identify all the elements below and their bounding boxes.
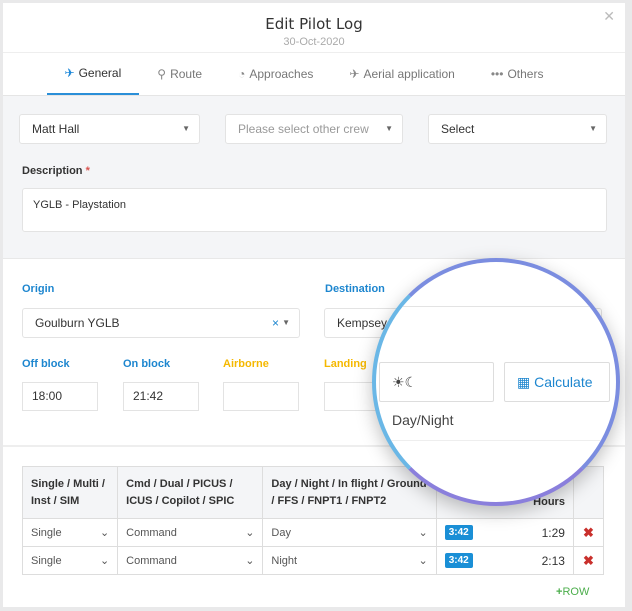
clear-icon[interactable]: × [272, 309, 279, 337]
day-night-icon: ☀☾ [392, 374, 418, 390]
chevron-down-icon: ⌄ [245, 527, 255, 539]
description-label: Description * [22, 165, 90, 177]
table-row: Single ⌄ Command ⌄ Day ⌄ 3:42 1:29 ✖ [21, 518, 605, 547]
table-row: Single ⌄ Command ⌄ Night ⌄ 3:42 2:13 ✖ [21, 546, 605, 575]
hours-cell[interactable]: 3:42 1:29 [435, 518, 574, 547]
tab-approaches[interactable]: ◔ Approaches [220, 53, 331, 95]
caret-down-icon: ▼ [589, 124, 597, 133]
role-select[interactable]: Command ⌄ [117, 518, 264, 547]
ellipsis-icon: ••• [490, 67, 504, 81]
landing-label: Landing [324, 358, 367, 370]
magnifier-overlay: ☀☾ Day/Night ▦ Calculate [372, 258, 620, 506]
dashboard-icon: ◔ [238, 67, 246, 81]
tab-label: Others [507, 67, 544, 81]
origin-value: Goulburn YGLB [35, 316, 120, 330]
modal-header: Edit Pilot Log 30-Oct-2020 ✕ [3, 3, 625, 53]
magnified-divider [376, 440, 612, 441]
off-block-input[interactable]: 18:00 [22, 382, 98, 411]
description-input[interactable]: YGLB - Playstation [22, 188, 607, 232]
chevron-down-icon: ⌄ [99, 555, 110, 567]
tab-label: Route [170, 67, 203, 81]
delete-row-icon[interactable]: ✖ [572, 518, 605, 547]
pilot-select[interactable]: Matt Hall ▼ [19, 114, 200, 144]
type-select[interactable]: Single ⌄ [21, 518, 119, 547]
tab-aerial-application[interactable]: ✈ Aerial application [331, 53, 472, 95]
chevron-down-icon: ⌄ [245, 555, 255, 567]
tab-others[interactable]: ••• Others [473, 53, 562, 95]
calculator-icon: ▦ [517, 374, 531, 390]
plane-icon: ✈ [64, 66, 75, 80]
hours-value: 2:13 [541, 553, 565, 568]
add-row-button[interactable]: +ROW [556, 586, 589, 598]
other-crew-placeholder: Please select other crew [238, 122, 369, 136]
delete-row-icon[interactable]: ✖ [572, 546, 605, 575]
crew-section: Matt Hall ▼ Please select other crew ▼ Sel… [3, 96, 625, 259]
caret-down-icon: ▼ [385, 124, 393, 133]
tab-label: General [78, 66, 122, 80]
hours-cell[interactable]: 3:42 2:13 [435, 546, 574, 575]
destination-label: Destination [325, 283, 385, 295]
type-select[interactable]: Single ⌄ [21, 546, 119, 575]
third-select[interactable]: Select ▼ [428, 114, 607, 144]
magnified-field-border [376, 306, 612, 307]
role-select[interactable]: Command ⌄ [117, 546, 264, 575]
header-type: Single / Multi / Inst / SIM [21, 466, 119, 519]
off-block-label: Off block [22, 358, 70, 370]
chevron-down-icon: ⌄ [418, 555, 428, 567]
on-block-input[interactable]: 21:42 [123, 382, 199, 411]
header-role: Cmd / Dual / PICUS / ICUS / Copilot / SP… [117, 466, 264, 519]
pilot-value: Matt Hall [32, 122, 80, 136]
modal-date: 30-Oct-2020 [283, 36, 345, 48]
total-badge[interactable]: 3:42 [444, 553, 473, 568]
day-night-button[interactable]: ☀☾ Day/Night [379, 362, 494, 428]
on-block-label: On block [123, 358, 171, 370]
map-marker-icon: ⚲ [157, 67, 167, 81]
calculate-button[interactable]: ▦ Calculate [504, 362, 610, 402]
close-icon[interactable]: ✕ [603, 8, 615, 25]
airborne-input[interactable] [223, 382, 299, 411]
chevron-down-icon: ⌄ [418, 527, 428, 539]
tab-bar: ✈ General ⚲ Route ◔ Approaches ✈ Aerial appl… [3, 53, 625, 96]
third-value: Select [441, 122, 475, 136]
hours-value: 1:29 [541, 525, 565, 540]
modal-title: Edit Pilot Log [265, 15, 363, 33]
caret-down-icon: ▼ [282, 318, 290, 327]
airborne-label: Airborne [223, 358, 269, 370]
caret-down-icon: ▼ [182, 124, 190, 133]
tab-general[interactable]: ✈ General [46, 53, 140, 95]
origin-label: Origin [22, 283, 55, 295]
total-badge[interactable]: 3:42 [444, 525, 473, 540]
tab-label: Aerial application [363, 67, 455, 81]
period-select[interactable]: Day ⌄ [262, 518, 437, 547]
tab-label: Approaches [249, 67, 314, 81]
other-crew-select[interactable]: Please select other crew ▼ [225, 114, 403, 144]
tab-route[interactable]: ⚲ Route [139, 53, 220, 95]
period-select[interactable]: Night ⌄ [262, 546, 437, 575]
crop-duster-icon: ✈ [349, 67, 360, 81]
origin-select[interactable]: Goulburn YGLB × ▼ [22, 308, 300, 338]
header-period: Day / Night / In flight / Ground / FFS /… [262, 466, 437, 519]
chevron-down-icon: ⌄ [99, 527, 110, 539]
